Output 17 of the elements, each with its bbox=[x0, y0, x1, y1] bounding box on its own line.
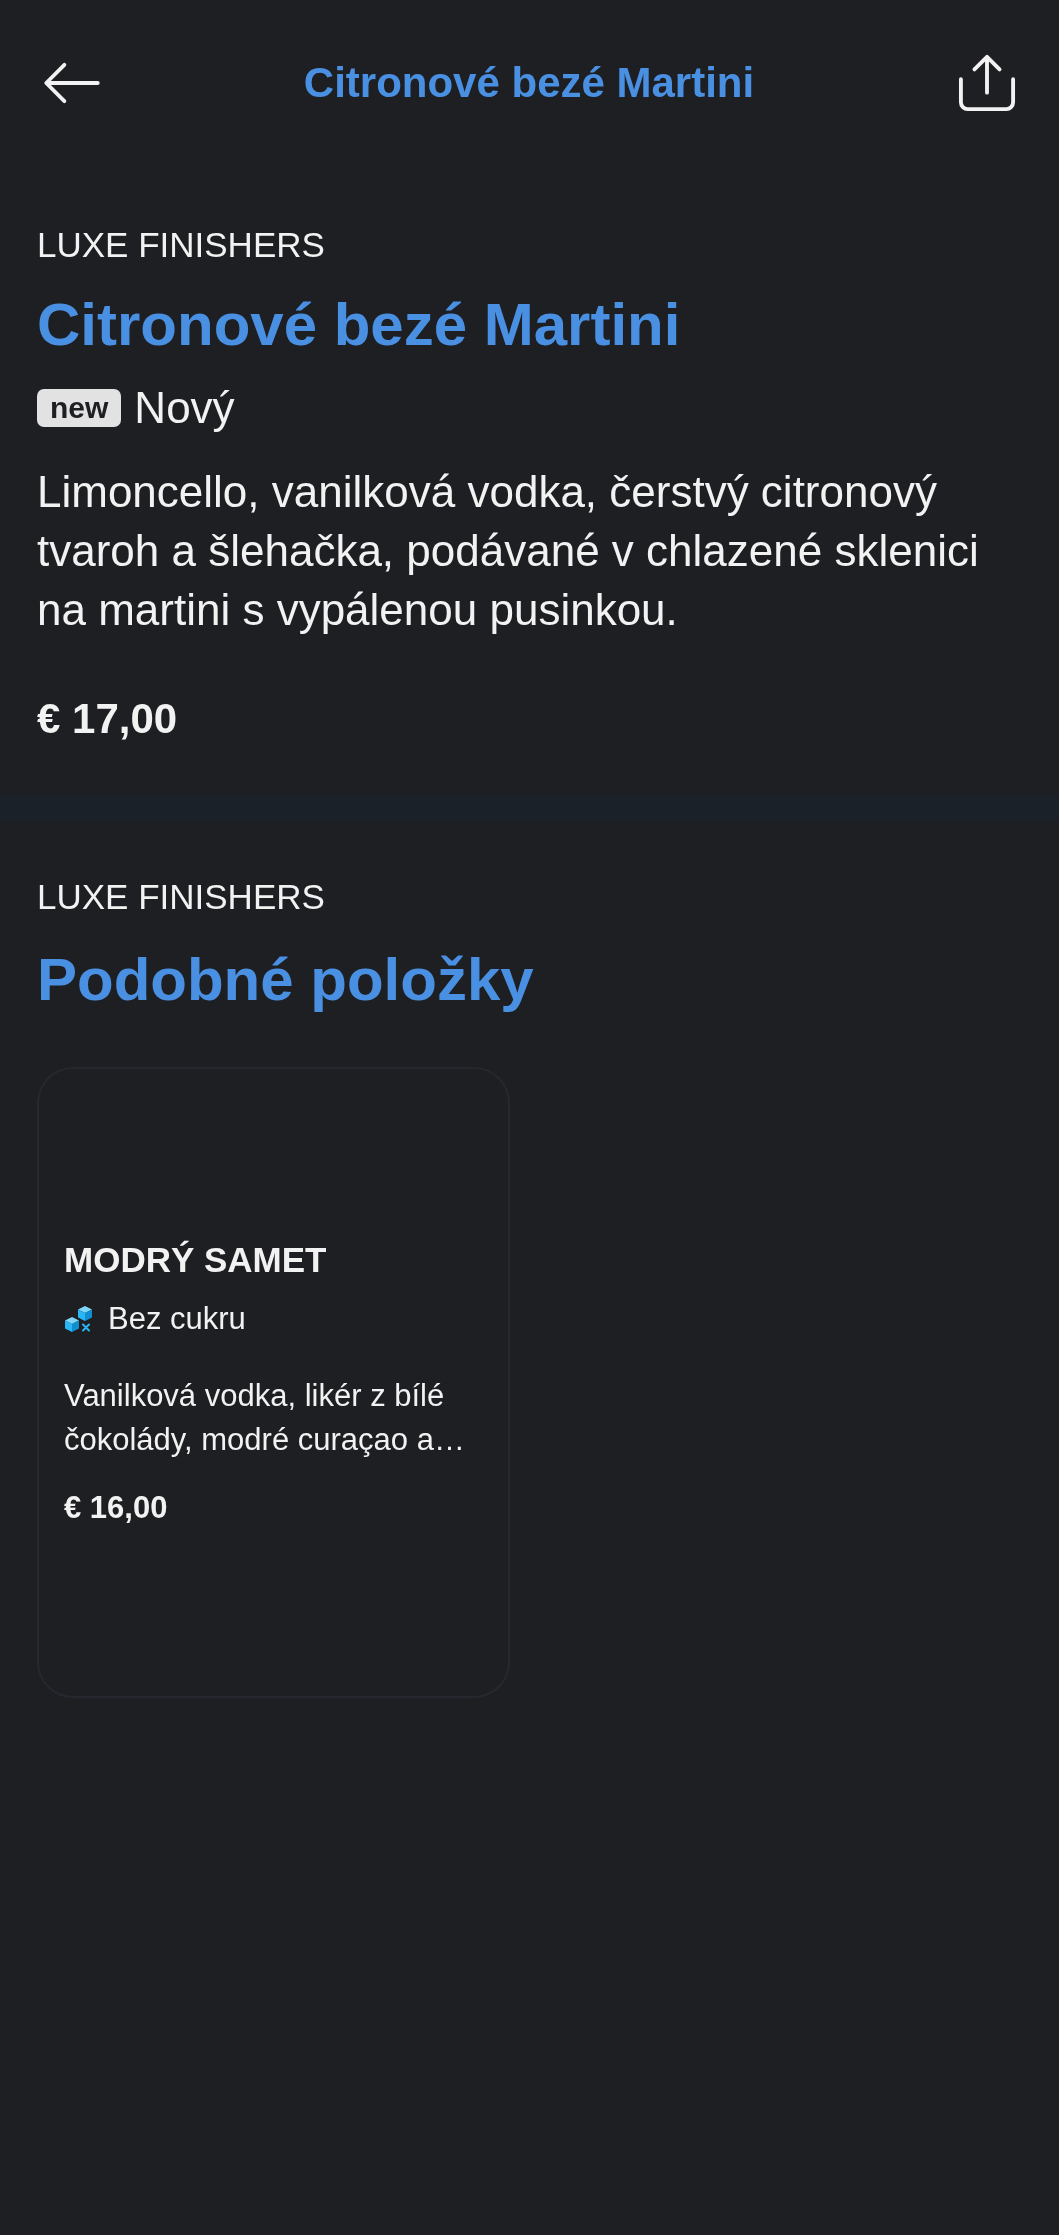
status-text: Nový bbox=[134, 383, 235, 433]
page-title: Citronové bezé Martini bbox=[303, 58, 755, 108]
product-price: € 17,00 bbox=[37, 694, 178, 744]
product-description: Limoncello, vanilková vodka, čerstvý citronový tvaroh a šlehačka, podávané v chlazené sklenici na martini s vypálenou pusinkou. bbox=[37, 466, 980, 636]
card-price: € 16,00 bbox=[64, 1489, 168, 1527]
new-badge: new bbox=[37, 389, 122, 427]
card-description: Vanilková vodka, likér z bílé čokolády, modré curaçao a… bbox=[64, 1377, 466, 1459]
category-label: LUXE FINISHERS bbox=[37, 225, 325, 265]
sugar-cubes-icon bbox=[64, 1305, 94, 1333]
product-title: Citronové bezé Martini bbox=[37, 290, 681, 360]
product-card[interactable]: MODRÝ SAMET Bez cukru Vanilková vodka, likér z bílé čokolády, modré curaçao a… € 16,00 bbox=[37, 1067, 510, 1698]
tag-label: Bez cukru bbox=[108, 1300, 246, 1338]
category-label: LUXE FINISHERS bbox=[37, 877, 325, 917]
share-icon[interactable] bbox=[957, 54, 1017, 112]
section-title: Podobné položky bbox=[37, 945, 534, 1015]
back-arrow-icon[interactable] bbox=[43, 62, 101, 104]
card-title: MODRÝ SAMET bbox=[64, 1239, 327, 1281]
